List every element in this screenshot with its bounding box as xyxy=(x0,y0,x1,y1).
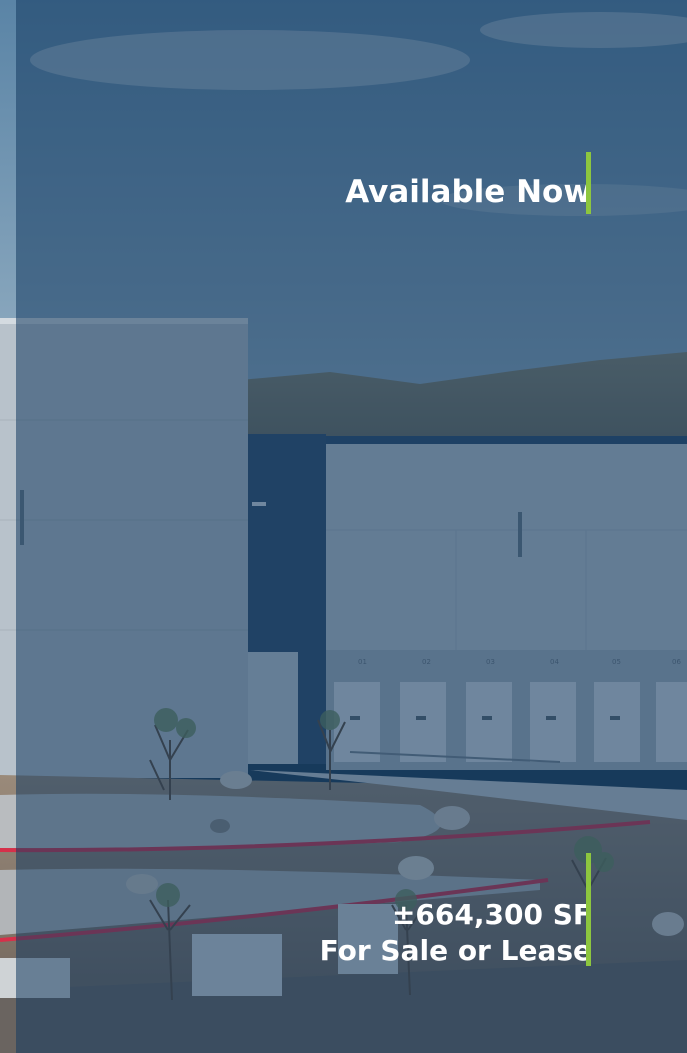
accent-bar-bottom xyxy=(586,853,591,966)
availability-headline: Available Now xyxy=(345,174,592,210)
offer-line: For Sale or Lease xyxy=(319,934,592,967)
size-line: ±664,300 SF xyxy=(391,898,592,931)
accent-bar-top xyxy=(586,152,591,214)
left-photo-strip xyxy=(0,0,16,1053)
property-details: ±664,300 SF For Sale or Lease xyxy=(320,897,592,969)
